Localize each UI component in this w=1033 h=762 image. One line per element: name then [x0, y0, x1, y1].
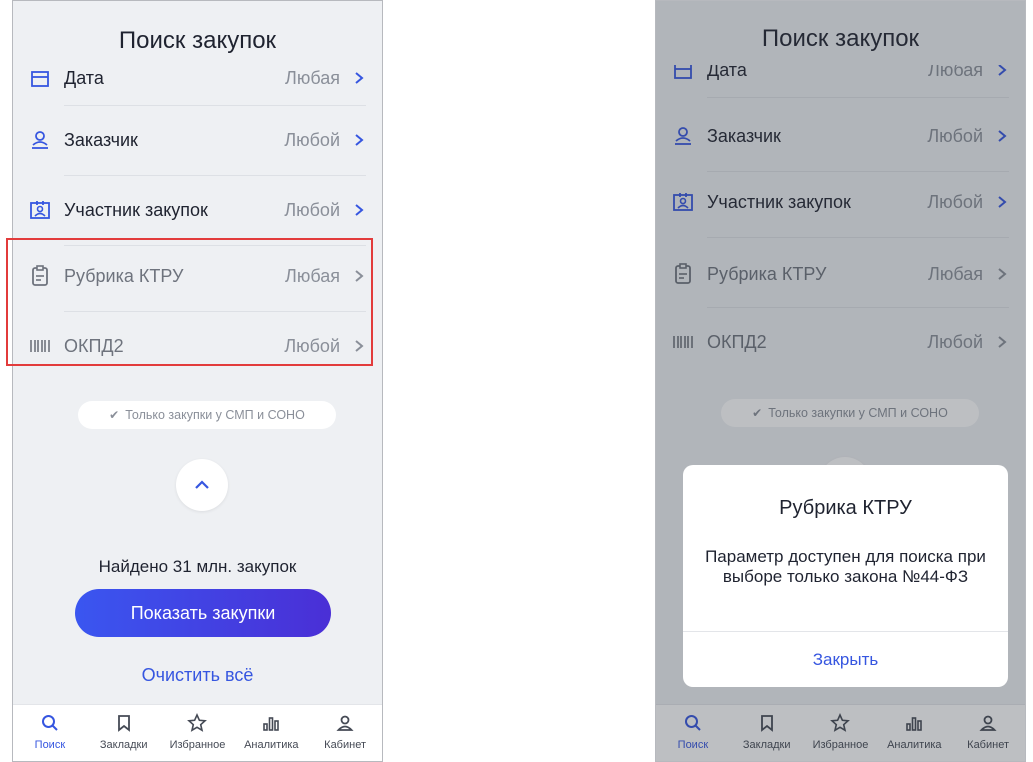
- bookmark-icon: [117, 715, 130, 732]
- left-screen: Поиск закупок Дата Любая Заказчик Любой …: [12, 0, 383, 762]
- filter-row-customer[interactable]: Заказчик Любой: [13, 105, 382, 175]
- tab-label: Поиск: [34, 739, 66, 751]
- tab-label: Аналитика: [244, 739, 299, 751]
- right-screen: Поиск закупок Дата Любая Заказчик Любой …: [655, 0, 1026, 762]
- page-title: Поиск закупок: [118, 27, 277, 54]
- ktru-dialog: Рубрика КТРУ Параметр доступен для поиск…: [683, 465, 1008, 687]
- chevron-right-icon: [355, 134, 364, 146]
- filter-row-participant[interactable]: Участник закупок Любой: [13, 175, 382, 245]
- customer-icon: [29, 129, 51, 151]
- highlight-box: [6, 238, 373, 366]
- profile-icon: [336, 715, 354, 731]
- dialog-close-button[interactable]: Закрыть: [683, 632, 1008, 687]
- tab-bookmarks[interactable]: Закладки: [87, 705, 161, 761]
- tab-label: Закладки: [99, 739, 148, 751]
- modal-overlay-tabbar: [656, 705, 1025, 761]
- clear-all-button[interactable]: Очистить всё: [13, 665, 382, 686]
- filter-label: Дата: [64, 67, 104, 88]
- chip-label: Только закупки у СМП и СОНО: [125, 408, 305, 422]
- dialog-message: Параметр доступен для поиска при выборе …: [705, 547, 986, 586]
- filter-value: Любой: [284, 199, 340, 220]
- check-icon: ✔: [109, 408, 120, 422]
- show-results-button[interactable]: Показать закупки: [75, 589, 331, 637]
- chevron-up-icon: [195, 480, 209, 489]
- tab-label: Кабинет: [324, 739, 366, 751]
- calendar-icon: [29, 67, 51, 89]
- bottom-tab-bar: Поиск Закладки Избранное Аналитика Кабин…: [13, 704, 382, 761]
- chevron-right-icon: [355, 204, 364, 216]
- participant-icon: [29, 199, 51, 221]
- analytics-icon: [263, 717, 280, 731]
- chevron-right-icon: [355, 72, 364, 84]
- filter-value: Любой: [284, 129, 340, 150]
- tab-profile[interactable]: Кабинет: [308, 705, 382, 761]
- collapse-button[interactable]: [176, 459, 228, 511]
- filter-label: Участник закупок: [64, 199, 208, 220]
- search-icon: [41, 715, 58, 731]
- header: Поиск закупок: [13, 1, 382, 65]
- tab-favorites[interactable]: Избранное: [161, 705, 235, 761]
- filter-value: Любая: [285, 67, 340, 88]
- tab-label: Избранное: [169, 739, 226, 751]
- star-icon: [187, 713, 208, 732]
- results-count: Найдено 31 млн. закупок: [98, 557, 297, 576]
- filter-label: Заказчик: [64, 129, 138, 150]
- dialog-title: Рубрика КТРУ: [779, 497, 912, 519]
- tab-analytics[interactable]: Аналитика: [234, 705, 308, 761]
- smp-sono-chip[interactable]: ✔ Только закупки у СМП и СОНО: [78, 401, 336, 429]
- tab-search[interactable]: Поиск: [13, 705, 87, 761]
